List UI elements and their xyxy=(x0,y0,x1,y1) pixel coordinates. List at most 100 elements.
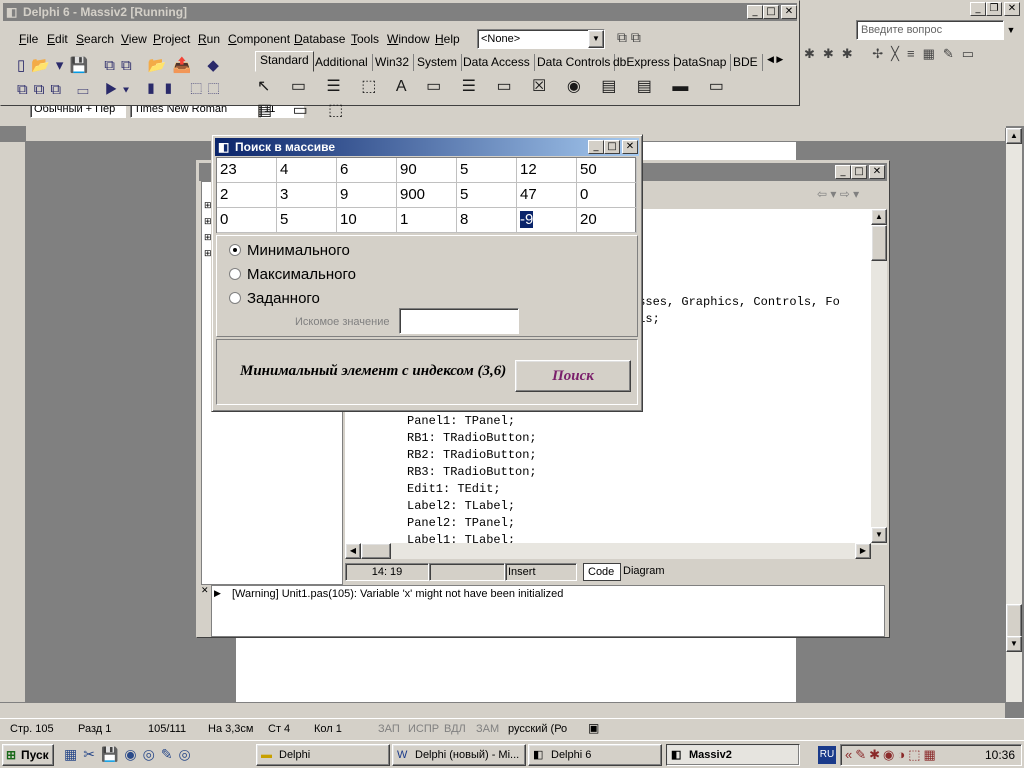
tab-dbexpress[interactable]: dbExpress xyxy=(609,54,675,71)
close-icon[interactable]: ✕ xyxy=(1004,2,1020,16)
horizontal-scrollbar[interactable] xyxy=(0,702,1005,718)
warning-message[interactable]: [Warning] Unit1.pas(105): Variable 'x' m… xyxy=(232,588,563,600)
start-button[interactable]: ⊞ Пуск xyxy=(2,744,54,766)
close-icon[interactable]: ✕ xyxy=(781,5,797,19)
search-value-input[interactable] xyxy=(399,308,519,334)
grid-cell-selected[interactable]: -9 xyxy=(517,208,577,233)
close-icon[interactable]: ✕ xyxy=(201,585,211,597)
grid-cell[interactable]: 47 xyxy=(517,183,577,208)
close-icon[interactable]: ✕ xyxy=(622,140,638,154)
status-trk[interactable]: ИСПР xyxy=(408,723,439,735)
grid-cell[interactable]: 23 xyxy=(217,158,277,183)
close-icon[interactable]: ✕ xyxy=(869,165,885,179)
tab-data-controls[interactable]: Data Controls xyxy=(533,54,616,71)
message-view[interactable]: ▶ [Warning] Unit1.pas(105): Variable 'x'… xyxy=(211,585,885,637)
grid-cell[interactable]: 90 xyxy=(397,158,457,183)
grid-cell[interactable]: 5 xyxy=(457,158,517,183)
tab-datasnap[interactable]: DataSnap xyxy=(669,54,732,71)
menu-view[interactable]: View xyxy=(121,29,147,49)
tab-bde[interactable]: BDE xyxy=(729,54,763,71)
radio-checked-icon[interactable] xyxy=(229,244,241,256)
radio-maximum[interactable]: Максимального xyxy=(229,266,356,283)
tab-win32[interactable]: Win32 xyxy=(371,54,415,71)
quick-launch-icons[interactable]: ▦✂💾◉◎✎◎ xyxy=(64,746,250,766)
language-indicator[interactable]: RU xyxy=(818,746,836,764)
task-massiv2[interactable]: ◧ Massiv2 xyxy=(666,744,800,766)
grid-cell[interactable]: 50 xyxy=(577,158,637,183)
grid-cell[interactable]: 5 xyxy=(277,208,337,233)
tab-standard[interactable]: Standard xyxy=(255,51,314,72)
array-grid[interactable]: 23 4 6 90 5 12 50 2 3 9 900 5 47 0 0 5 1… xyxy=(216,157,637,233)
menu-run[interactable]: Run xyxy=(198,29,220,49)
palette-scroll-icons[interactable]: ◀ ▶ xyxy=(767,54,783,65)
maximize-icon[interactable]: □ xyxy=(851,165,867,179)
tab-system[interactable]: System xyxy=(413,54,463,71)
scroll-right-icon[interactable]: ▶ xyxy=(855,543,871,559)
grid-cell[interactable]: 9 xyxy=(337,183,397,208)
tray-icons[interactable]: «✎✱◉◑⬚▦ xyxy=(845,747,939,763)
tab-additional[interactable]: Additional xyxy=(311,54,373,71)
status-ovr[interactable]: ЗАМ xyxy=(476,723,499,735)
scroll-down-icon[interactable]: ▼ xyxy=(1006,636,1022,652)
menu-window[interactable]: Window xyxy=(387,29,430,49)
chevron-down-icon[interactable]: ▼ xyxy=(588,30,604,48)
minimize-icon[interactable]: _ xyxy=(835,165,851,179)
scroll-up-icon[interactable]: ▲ xyxy=(871,209,887,225)
task-delphi6[interactable]: ◧ Delphi 6 xyxy=(528,744,662,766)
standard-components[interactable]: ↖ ▭ ☰ ⬚ A ▭ ☰ ▭ ☒ ◉ ▤ ▤ ▬ ▭ ▤ ▭ ⬚ xyxy=(257,75,757,119)
code-hscroll[interactable]: ◀ ▶ xyxy=(345,543,871,559)
code-vscroll[interactable]: ▲ ▼ xyxy=(871,209,887,545)
radio-unchecked-icon[interactable] xyxy=(229,268,241,280)
minimize-icon[interactable]: _ xyxy=(588,140,604,154)
help-question-box[interactable]: Введите вопрос xyxy=(856,20,1004,40)
restore-icon[interactable]: ❐ xyxy=(986,2,1002,16)
word-draw-toolbar-icons[interactable]: ✱✱✱ ✢╳≡▦✎▭ xyxy=(804,46,1014,68)
vertical-scrollbar[interactable]: ▲ ▼ xyxy=(1005,128,1022,702)
chevron-down-icon[interactable]: ▼ xyxy=(1004,20,1018,40)
radio-unchecked-icon[interactable] xyxy=(229,292,241,304)
menu-project[interactable]: Project xyxy=(153,29,190,49)
grid-cell[interactable]: 6 xyxy=(337,158,397,183)
menu-tools[interactable]: Tools xyxy=(351,29,379,49)
file-toolbar-icons[interactable]: ▯📂▾💾 ⧉⧉ 📂📤 ◆ xyxy=(17,55,225,77)
status-ext[interactable]: ВДЛ xyxy=(444,723,466,735)
grid-cell[interactable]: 20 xyxy=(577,208,637,233)
nav-arrows[interactable]: ⇦ ▾ ⇨ ▾ xyxy=(817,187,883,205)
scroll-down-icon[interactable]: ▼ xyxy=(871,527,887,543)
grid-cell[interactable]: 8 xyxy=(457,208,517,233)
grid-cell[interactable]: 12 xyxy=(517,158,577,183)
grid-cell[interactable]: 2 xyxy=(217,183,277,208)
grid-cell[interactable]: 4 xyxy=(277,158,337,183)
menu-component[interactable]: Component xyxy=(228,29,290,49)
grid-cell[interactable]: 0 xyxy=(217,208,277,233)
radio-given[interactable]: Заданного xyxy=(229,290,320,307)
grid-cell[interactable]: 1 xyxy=(397,208,457,233)
minimize-icon[interactable]: _ xyxy=(970,2,986,16)
menu-edit[interactable]: Edit xyxy=(47,29,68,49)
desktop-buttons[interactable]: ⧉ ⧉ xyxy=(617,29,661,49)
grid-cell[interactable]: 3 xyxy=(277,183,337,208)
tab-code[interactable]: Code xyxy=(583,563,621,581)
minimize-icon[interactable]: _ xyxy=(747,5,763,19)
menu-help[interactable]: Help xyxy=(435,29,460,49)
scroll-thumb[interactable] xyxy=(361,543,391,559)
grid-cell[interactable]: 900 xyxy=(397,183,457,208)
radio-minimum[interactable]: Минимального xyxy=(229,242,350,259)
grid-cell[interactable]: 0 xyxy=(577,183,637,208)
menu-database[interactable]: Database xyxy=(294,29,345,49)
grid-cell[interactable]: 5 xyxy=(457,183,517,208)
maximize-icon[interactable]: □ xyxy=(604,140,620,154)
tab-data-access[interactable]: Data Access xyxy=(459,54,535,71)
pointer-icon[interactable]: ↖ xyxy=(257,78,278,95)
task-delphi-folder[interactable]: ▬ Delphi xyxy=(256,744,390,766)
desktop-combo[interactable]: <None> ▼ xyxy=(477,29,605,49)
menu-search[interactable]: Search xyxy=(76,29,114,49)
task-word[interactable]: W Delphi (новый) - Mi... xyxy=(392,744,526,766)
scroll-left-icon[interactable]: ◀ xyxy=(345,543,361,559)
scroll-up-icon[interactable]: ▲ xyxy=(1006,128,1022,144)
tab-diagram[interactable]: Diagram xyxy=(621,563,669,581)
maximize-icon[interactable]: □ xyxy=(763,5,779,19)
grid-cell[interactable]: 10 xyxy=(337,208,397,233)
menu-file[interactable]: File xyxy=(19,29,38,49)
status-rec[interactable]: ЗАП xyxy=(378,723,400,735)
